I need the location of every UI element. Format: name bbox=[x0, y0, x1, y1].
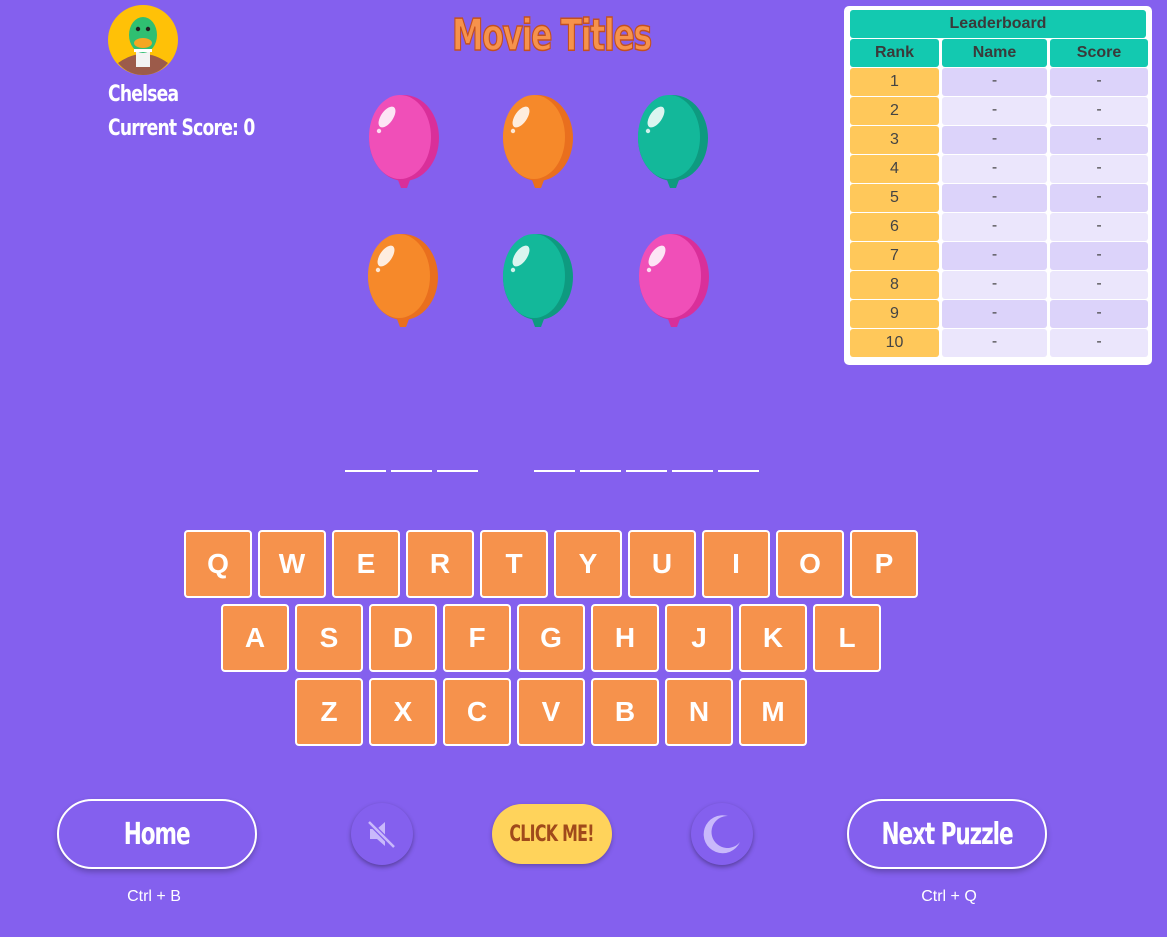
column-header-name: Name bbox=[942, 39, 1047, 67]
key-s[interactable]: S bbox=[295, 604, 363, 672]
key-r[interactable]: R bbox=[406, 530, 474, 598]
key-a[interactable]: A bbox=[221, 604, 289, 672]
key-x[interactable]: X bbox=[369, 678, 437, 746]
letter-blank bbox=[345, 470, 386, 472]
balloon-orange bbox=[368, 234, 438, 327]
key-i[interactable]: I bbox=[702, 530, 770, 598]
leaderboard-rank-cell: 8 bbox=[850, 271, 939, 299]
duck-avatar-icon bbox=[108, 5, 178, 75]
key-c[interactable]: C bbox=[443, 678, 511, 746]
home-button-label: Home bbox=[124, 816, 191, 852]
leaderboard-rank-cell: 2 bbox=[850, 97, 939, 125]
key-t[interactable]: T bbox=[480, 530, 548, 598]
letter-blank bbox=[626, 470, 667, 472]
key-m[interactable]: M bbox=[739, 678, 807, 746]
key-u[interactable]: U bbox=[628, 530, 696, 598]
balloon-teal bbox=[503, 234, 573, 327]
leaderboard-rank-cell: 4 bbox=[850, 155, 939, 183]
key-q[interactable]: Q bbox=[184, 530, 252, 598]
page-title: Movie Titles bbox=[451, 9, 652, 62]
key-g[interactable]: G bbox=[517, 604, 585, 672]
key-w[interactable]: W bbox=[258, 530, 326, 598]
leaderboard-name-cell: - bbox=[942, 126, 1047, 154]
leaderboard-name-cell: - bbox=[942, 242, 1047, 270]
key-e[interactable]: E bbox=[332, 530, 400, 598]
click-me-label: CLICK ME! bbox=[509, 821, 595, 847]
key-h[interactable]: H bbox=[591, 604, 659, 672]
key-j[interactable]: J bbox=[665, 604, 733, 672]
mute-button[interactable] bbox=[351, 803, 413, 865]
player-name: Chelsea bbox=[108, 82, 179, 107]
key-o[interactable]: O bbox=[776, 530, 844, 598]
leaderboard-name-cell: - bbox=[942, 271, 1047, 299]
balloon-orange bbox=[503, 95, 573, 188]
leaderboard-name-cell: - bbox=[942, 97, 1047, 125]
leaderboard-score-cell: - bbox=[1050, 184, 1148, 212]
key-k[interactable]: K bbox=[739, 604, 807, 672]
moon-icon bbox=[703, 815, 740, 854]
leaderboard-rank-cell: 3 bbox=[850, 126, 939, 154]
leaderboard-rank-cell: 1 bbox=[850, 68, 939, 96]
leaderboard-rank-cell: 5 bbox=[850, 184, 939, 212]
column-header-rank: Rank bbox=[850, 39, 939, 67]
next-puzzle-label: Next Puzzle bbox=[881, 816, 1013, 852]
leaderboard-score-cell: - bbox=[1050, 329, 1148, 357]
leaderboard-name-cell: - bbox=[942, 213, 1047, 241]
key-v[interactable]: V bbox=[517, 678, 585, 746]
leaderboard-rank-cell: 10 bbox=[850, 329, 939, 357]
column-header-score: Score bbox=[1050, 39, 1148, 67]
letter-blank bbox=[437, 470, 478, 472]
leaderboard-rank-cell: 9 bbox=[850, 300, 939, 328]
leaderboard-score-cell: - bbox=[1050, 213, 1148, 241]
next-puzzle-shortcut-hint: Ctrl + Q bbox=[921, 888, 977, 905]
key-d[interactable]: D bbox=[369, 604, 437, 672]
leaderboard-table: Rank Name Score 1--2--3--4--5--6--7--8--… bbox=[848, 39, 1148, 357]
leaderboard-name-cell: - bbox=[942, 68, 1047, 96]
leaderboard-score-cell: - bbox=[1050, 300, 1148, 328]
leaderboard-title: Leaderboard bbox=[850, 10, 1146, 38]
balloon-pink bbox=[639, 234, 709, 327]
theme-toggle-button[interactable] bbox=[691, 803, 753, 865]
key-b[interactable]: B bbox=[591, 678, 659, 746]
home-button[interactable]: Home bbox=[57, 799, 257, 869]
key-z[interactable]: Z bbox=[295, 678, 363, 746]
letter-blank bbox=[580, 470, 621, 472]
leaderboard-name-cell: - bbox=[942, 155, 1047, 183]
home-shortcut-hint: Ctrl + B bbox=[127, 888, 181, 905]
leaderboard-name-cell: - bbox=[942, 329, 1047, 357]
leaderboard-score-cell: - bbox=[1050, 155, 1148, 183]
key-f[interactable]: F bbox=[443, 604, 511, 672]
leaderboard-name-cell: - bbox=[942, 184, 1047, 212]
click-me-button[interactable]: CLICK ME! bbox=[492, 804, 612, 864]
key-l[interactable]: L bbox=[813, 604, 881, 672]
leaderboard-score-cell: - bbox=[1050, 97, 1148, 125]
leaderboard: Leaderboard Rank Name Score 1--2--3--4--… bbox=[844, 6, 1152, 365]
letter-blank bbox=[534, 470, 575, 472]
key-p[interactable]: P bbox=[850, 530, 918, 598]
current-score: Current Score: 0 bbox=[108, 116, 255, 141]
leaderboard-score-cell: - bbox=[1050, 271, 1148, 299]
balloon-teal bbox=[638, 95, 708, 188]
letter-blank bbox=[672, 470, 713, 472]
next-puzzle-button[interactable]: Next Puzzle bbox=[847, 799, 1047, 869]
leaderboard-rank-cell: 7 bbox=[850, 242, 939, 270]
leaderboard-score-cell: - bbox=[1050, 68, 1148, 96]
letter-blank bbox=[391, 470, 432, 472]
leaderboard-name-cell: - bbox=[942, 300, 1047, 328]
letter-blank bbox=[718, 470, 759, 472]
leaderboard-rank-cell: 6 bbox=[850, 213, 939, 241]
leaderboard-score-cell: - bbox=[1050, 126, 1148, 154]
speaker-muted-icon bbox=[367, 820, 396, 849]
key-y[interactable]: Y bbox=[554, 530, 622, 598]
leaderboard-score-cell: - bbox=[1050, 242, 1148, 270]
key-n[interactable]: N bbox=[665, 678, 733, 746]
balloon-pink bbox=[369, 95, 439, 188]
